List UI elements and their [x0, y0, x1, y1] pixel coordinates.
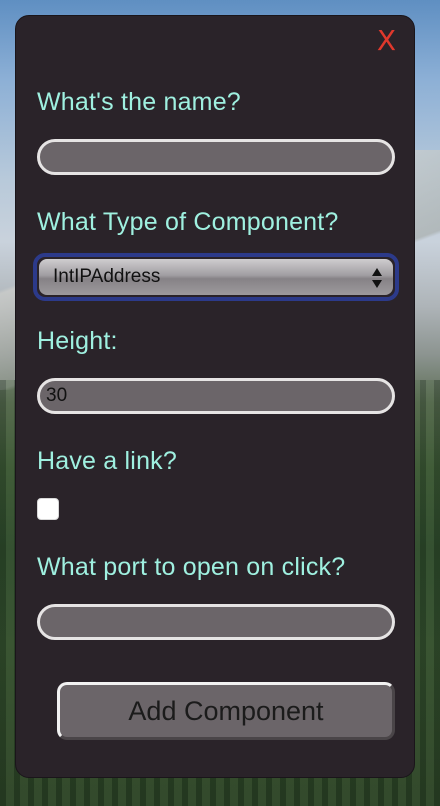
add-component-dialog: X What's the name? What Type of Componen… — [15, 15, 415, 778]
select-arrows-icon — [372, 268, 382, 288]
link-label: Have a link? — [37, 447, 177, 475]
height-input[interactable] — [37, 378, 395, 414]
add-component-button[interactable]: Add Component — [57, 682, 395, 740]
close-button[interactable]: X — [377, 26, 396, 56]
component-type-select[interactable]: IntIPAddress — [33, 253, 399, 301]
link-checkbox[interactable] — [37, 498, 59, 520]
port-input[interactable] — [37, 604, 395, 640]
component-type-selected-value: IntIPAddress — [53, 266, 161, 287]
component-type-select-box[interactable]: IntIPAddress — [39, 259, 393, 295]
name-label: What's the name? — [37, 88, 241, 116]
height-label: Height: — [37, 327, 118, 355]
name-input[interactable] — [37, 139, 395, 175]
component-type-label: What Type of Component? — [37, 208, 339, 236]
port-label: What port to open on click? — [37, 553, 346, 581]
